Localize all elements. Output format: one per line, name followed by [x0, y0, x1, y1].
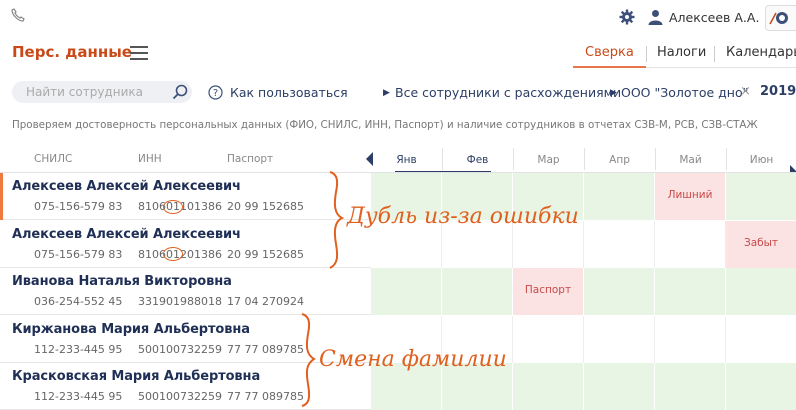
active-tab-indicator: [573, 66, 646, 68]
month-status-cell[interactable]: [513, 363, 584, 410]
phone-icon[interactable]: [11, 8, 25, 22]
chevron-right-icon: ▶: [383, 88, 390, 98]
month-divider: [442, 148, 443, 170]
month-status-cell[interactable]: Забыт: [726, 220, 796, 268]
snils-value: 075-156-579 83: [34, 200, 123, 213]
gear-icon[interactable]: [619, 9, 635, 25]
month-status-cell[interactable]: [371, 268, 442, 315]
passport-value: 77 77 089785: [227, 342, 304, 356]
month-status-cell[interactable]: [584, 315, 655, 363]
surname-brace: [301, 313, 316, 407]
month-divider: [513, 148, 514, 170]
month-divider: [726, 148, 727, 170]
month-divider: [655, 148, 656, 170]
discrepancy-label: Забыт: [743, 236, 779, 249]
inn-value: 500100732259: [138, 390, 222, 403]
inn-value: 331901988018: [138, 295, 222, 308]
month-divider: [584, 148, 585, 170]
table-row[interactable]: Иванова Наталья Викторовна 036-254-552 45…: [0, 268, 796, 315]
month-status-cell[interactable]: [655, 363, 726, 410]
month-cells: Паспорт: [371, 268, 796, 315]
tab-taxes[interactable]: Налоги: [657, 45, 706, 60]
tab-sverka[interactable]: Сверка: [585, 45, 634, 60]
filter-breadcrumb[interactable]: Все сотрудники с расхождениями: [395, 85, 621, 100]
month-status-cell[interactable]: [584, 363, 655, 410]
employee-name[interactable]: Алексеев Алексей Алексеевич: [12, 179, 241, 194]
passport-value: 20 99 152685: [227, 247, 304, 261]
tab-divider: [714, 46, 715, 62]
clear-icon[interactable]: ×: [740, 84, 751, 99]
snils-value: 075-156-579 83: [34, 247, 123, 261]
svg-text:?: ?: [213, 88, 218, 99]
user-icon[interactable]: [648, 9, 663, 25]
month-status-cell[interactable]: Паспорт: [513, 268, 584, 315]
month-status-cell[interactable]: [726, 363, 796, 410]
employee-name[interactable]: Иванова Наталья Викторовна: [12, 274, 232, 289]
month-status-cell[interactable]: [726, 268, 796, 315]
chevron-right-icon: ▶: [610, 88, 617, 98]
page-description: Проверяем достоверность персональных дан…: [12, 119, 758, 131]
month-header-cell[interactable]: Июн: [726, 154, 796, 166]
column-header-inn: ИНН: [138, 153, 162, 165]
snils-value: 036-254-552 45: [34, 295, 123, 308]
month-status-cell[interactable]: [584, 220, 655, 268]
inn-value: 500100732259: [138, 342, 222, 356]
column-header-snils: СНИЛС: [34, 153, 73, 165]
discrepancy-label: Паспорт: [524, 284, 572, 296]
surname-note: Смена фамилии: [319, 347, 507, 372]
user-name[interactable]: Алексеев А.А.: [669, 10, 759, 25]
howto-link[interactable]: Как пользоваться: [230, 85, 348, 100]
snils-value: 112-233-445 95: [34, 342, 123, 356]
page-title: Перс. данные: [12, 43, 132, 61]
month-status-cell[interactable]: [584, 268, 655, 315]
selected-row-marker: [0, 173, 3, 220]
duplicate-brace: [329, 171, 345, 269]
month-status-cell[interactable]: [655, 315, 726, 363]
passport-value: 17 04 270924: [227, 295, 304, 308]
employee-name[interactable]: Киржанова Мария Альбертовна: [12, 322, 250, 337]
employee-name[interactable]: Красковская Мария Альбертовна: [12, 369, 260, 384]
column-header-passport: Паспорт: [227, 153, 274, 165]
inn-error-circle: [163, 247, 183, 261]
help-button[interactable]: [765, 5, 796, 31]
month-status-cell[interactable]: [655, 220, 726, 268]
tab-calendar[interactable]: Календарь: [726, 45, 796, 60]
month-status-cell[interactable]: [513, 315, 584, 363]
month-header-cell[interactable]: Май: [655, 154, 726, 166]
search-icon[interactable]: [172, 84, 188, 100]
menu-icon[interactable]: [130, 46, 148, 60]
employee-name[interactable]: Алексеев Алексей Алексеевич: [12, 227, 241, 242]
duplicate-note: Дубль из-за ошибки: [347, 204, 579, 229]
month-status-cell[interactable]: [442, 268, 513, 315]
year-selector[interactable]: 2019: [760, 84, 796, 99]
discrepancy-label: Лишний: [667, 189, 713, 201]
inn-error-circle: [163, 200, 183, 214]
question-icon[interactable]: ?: [208, 85, 223, 100]
month-status-cell[interactable]: [655, 268, 726, 315]
month-header-cell[interactable]: Янв: [371, 154, 442, 166]
month-status-cell[interactable]: Лишний: [655, 173, 726, 220]
month-header-cell[interactable]: Фев: [442, 154, 513, 166]
passport-value: 20 99 152685: [227, 200, 304, 213]
month-header-cell[interactable]: Апр: [584, 154, 655, 166]
tab-divider: [646, 46, 647, 62]
org-breadcrumb[interactable]: ООО "Золотое дно": [621, 85, 748, 100]
passport-value: 77 77 089785: [227, 390, 304, 403]
snils-value: 112-233-445 95: [34, 390, 123, 403]
month-status-cell[interactable]: [726, 173, 796, 220]
month-header-cell[interactable]: Мар: [513, 154, 584, 166]
search-input[interactable]: [12, 81, 192, 103]
month-status-cell[interactable]: [584, 173, 655, 220]
month-status-cell[interactable]: [726, 315, 796, 363]
